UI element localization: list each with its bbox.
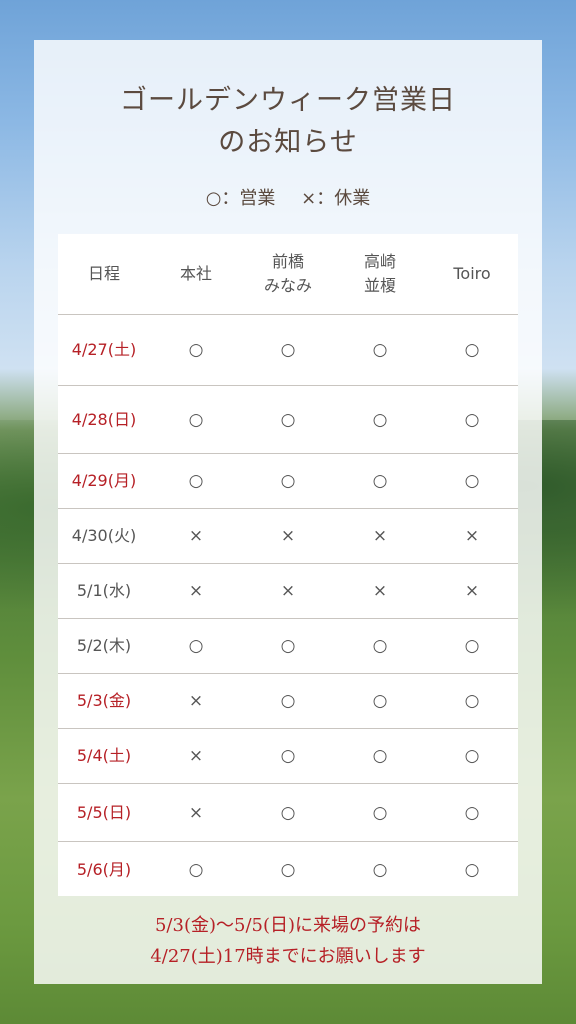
- table-row: 5/5(日) × ○ ○ ○: [58, 784, 518, 842]
- title-line-2: のお知らせ: [218, 127, 358, 158]
- open-mark: ○: [372, 691, 388, 711]
- legend-closed: ×：休業: [301, 188, 371, 209]
- header-col2-line1: 前橋: [271, 252, 304, 271]
- row-date: 4/28(日): [71, 409, 137, 429]
- open-mark: ○: [464, 409, 480, 430]
- closed-mark: ×: [280, 526, 296, 546]
- open-mark: ○: [464, 746, 480, 766]
- header-col3-line1: 高崎: [363, 252, 396, 271]
- open-mark: ○: [372, 636, 388, 656]
- table-header: 日程 本社 前橋 みなみ 高崎 並榎 Toiro: [58, 234, 518, 315]
- legend: ○：営業 ×：休業: [0, 184, 576, 210]
- row-date: 4/29(月): [71, 471, 137, 490]
- open-mark: ○: [372, 859, 388, 880]
- closed-mark: ×: [372, 581, 388, 601]
- row-date: 4/27(土): [71, 340, 137, 359]
- table-row: 5/1(水) × × × ×: [58, 564, 518, 619]
- title-line-1: ゴールデンウィーク営業日: [120, 85, 456, 116]
- row-date: 5/2(木): [76, 636, 132, 655]
- open-mark: ○: [280, 746, 296, 766]
- open-mark: ○: [372, 409, 388, 430]
- table-row: 5/3(金) × ○ ○ ○: [58, 674, 518, 729]
- reservation-note: 5/3(金)〜5/5(日)に来場の予約は 4/27(土)17時までにお願いします: [0, 910, 576, 972]
- row-date: 5/3(金): [76, 691, 132, 710]
- open-mark: ○: [188, 340, 204, 360]
- open-mark: ○: [280, 636, 296, 656]
- table-row: 5/6(月) ○ ○ ○ ○: [58, 842, 518, 897]
- row-date: 4/30(火): [71, 526, 137, 545]
- open-mark: ○: [188, 409, 204, 430]
- header-col4: Toiro: [453, 264, 491, 283]
- closed-mark: ×: [464, 526, 480, 546]
- note-line-1: 5/3(金)〜5/5(日)に来場の予約は: [154, 915, 422, 936]
- closed-mark: ×: [188, 746, 204, 766]
- row-date: 5/1(水): [76, 581, 132, 600]
- closed-mark: ×: [188, 802, 204, 823]
- page-title: ゴールデンウィーク営業日 のお知らせ: [0, 80, 576, 164]
- open-mark: ○: [372, 340, 388, 360]
- open-mark: ○: [464, 340, 480, 360]
- row-date: 5/4(土): [76, 746, 132, 765]
- header-col3-line2: 並榎: [363, 276, 396, 295]
- table-row: 4/27(土) ○ ○ ○ ○: [58, 315, 518, 386]
- closed-mark: ×: [188, 691, 204, 711]
- open-mark: ○: [188, 636, 204, 656]
- open-mark: ○: [280, 409, 296, 430]
- open-mark: ○: [464, 691, 480, 711]
- table-row: 4/28(日) ○ ○ ○ ○: [58, 386, 518, 454]
- open-mark: ○: [280, 859, 296, 880]
- open-mark: ○: [280, 471, 296, 491]
- closed-mark: ×: [464, 581, 480, 601]
- open-mark: ○: [372, 746, 388, 766]
- open-mark: ○: [188, 471, 204, 491]
- row-date: 5/6(月): [76, 859, 132, 879]
- open-mark: ○: [372, 802, 388, 823]
- note-line-2: 4/27(土)17時までにお願いします: [150, 946, 426, 967]
- schedule-table: 日程 本社 前橋 みなみ 高崎 並榎 Toiro 4/27(土) ○ ○ ○ ○ 4/28…: [58, 234, 518, 896]
- header-date: 日程: [87, 264, 120, 283]
- table-row: 4/29(月) ○ ○ ○ ○: [58, 454, 518, 509]
- open-mark: ○: [280, 802, 296, 823]
- open-mark: ○: [280, 691, 296, 711]
- header-col2: 前橋 みなみ: [242, 250, 334, 298]
- row-date: 5/5(日): [76, 802, 132, 822]
- open-mark: ○: [188, 859, 204, 880]
- open-mark: ○: [280, 340, 296, 360]
- header-col3: 高崎 並榎: [334, 250, 426, 298]
- closed-mark: ×: [280, 581, 296, 601]
- closed-mark: ×: [188, 526, 204, 546]
- open-mark: ○: [464, 636, 480, 656]
- open-mark: ○: [464, 859, 480, 880]
- open-mark: ○: [464, 471, 480, 491]
- header-col2-line2: みなみ: [263, 276, 312, 295]
- open-mark: ○: [372, 471, 388, 491]
- closed-mark: ×: [372, 526, 388, 546]
- table-row: 4/30(火) × × × ×: [58, 509, 518, 564]
- table-row: 5/4(土) × ○ ○ ○: [58, 729, 518, 784]
- closed-mark: ×: [188, 581, 204, 601]
- header-col1: 本社: [179, 264, 212, 283]
- open-mark: ○: [464, 802, 480, 823]
- legend-open: ○：営業: [205, 188, 276, 209]
- table-row: 5/2(木) ○ ○ ○ ○: [58, 619, 518, 674]
